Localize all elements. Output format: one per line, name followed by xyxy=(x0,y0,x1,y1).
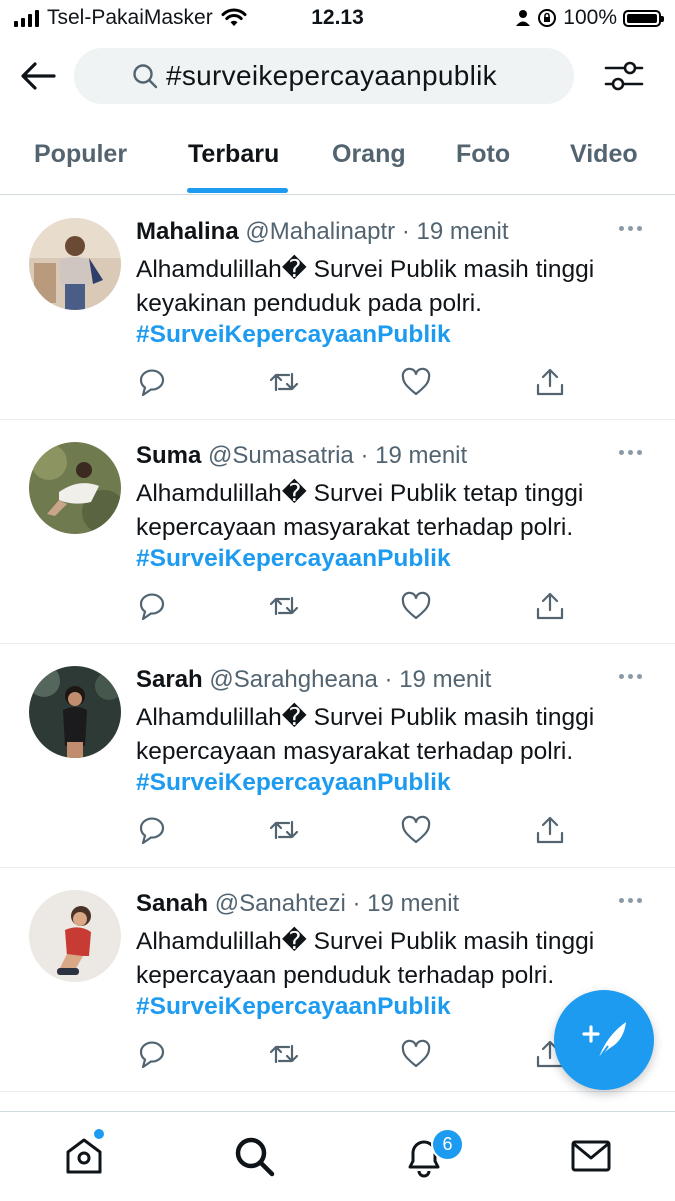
avatar[interactable] xyxy=(29,890,121,982)
tweet-text: Alhamdulillah� Survei Publik masih tingg… xyxy=(136,928,595,989)
more-options-icon[interactable] xyxy=(619,450,642,455)
share-icon[interactable] xyxy=(534,814,566,846)
search-input[interactable]: #surveikepercayaanpublik xyxy=(74,48,574,104)
hashtag-link[interactable]: #SurveiKepercayaanPublik xyxy=(136,545,451,573)
home-unread-dot xyxy=(94,1129,104,1139)
active-tab-indicator xyxy=(187,188,288,193)
avatar[interactable] xyxy=(29,218,121,310)
tweet-actions xyxy=(136,366,576,398)
author-name[interactable]: Suma xyxy=(136,442,201,469)
author-handle[interactable]: @Sumasatria xyxy=(208,442,354,469)
tweet[interactable]: Mahalina @Mahalinaptr · 19 menit Alhamdu… xyxy=(0,196,675,420)
share-icon[interactable] xyxy=(534,366,566,398)
retweet-icon[interactable] xyxy=(268,590,300,622)
compose-tweet-button[interactable] xyxy=(554,990,654,1090)
avatar[interactable] xyxy=(29,442,121,534)
explore-search-icon[interactable] xyxy=(232,1134,276,1178)
retweet-icon[interactable] xyxy=(268,814,300,846)
like-icon[interactable] xyxy=(400,814,432,846)
avatar[interactable] xyxy=(29,666,121,758)
share-icon[interactable] xyxy=(534,590,566,622)
search-query: #surveikepercayaanpublik xyxy=(166,60,497,91)
back-arrow-icon[interactable] xyxy=(18,58,58,94)
retweet-icon[interactable] xyxy=(268,366,300,398)
home-icon[interactable] xyxy=(62,1134,106,1178)
author-name[interactable]: Mahalina xyxy=(136,218,239,245)
hashtag-link[interactable]: #SurveiKepercayaanPublik xyxy=(136,993,451,1021)
notifications-badge: 6 xyxy=(431,1128,464,1161)
reply-icon[interactable] xyxy=(136,366,168,398)
battery-icon xyxy=(623,9,664,27)
tweet[interactable]: Suma @Sumasatria · 19 menit Alhamdulilla… xyxy=(0,420,675,644)
tweet-time: · 19 menit xyxy=(384,666,492,693)
more-options-icon[interactable] xyxy=(619,674,642,679)
like-icon[interactable] xyxy=(400,366,432,398)
search-header: #surveikepercayaanpublik xyxy=(0,44,675,108)
author-name[interactable]: Sanah xyxy=(136,890,208,917)
search-icon xyxy=(133,64,158,89)
tweet-text: Alhamdulillah� Survei Publik masih tingg… xyxy=(136,256,595,317)
reply-icon[interactable] xyxy=(136,590,168,622)
tweet-feed: Mahalina @Mahalinaptr · 19 menit Alhamdu… xyxy=(0,196,675,1092)
author-handle[interactable]: @Sanahtezi xyxy=(215,890,346,917)
like-icon[interactable] xyxy=(400,1038,432,1070)
reply-icon[interactable] xyxy=(136,1038,168,1070)
bottom-navigation: 6 xyxy=(0,1111,675,1201)
status-bar: Tsel-PakaiMasker 12.13 100% xyxy=(0,0,675,38)
tab-video[interactable]: Video xyxy=(570,140,638,169)
more-options-icon[interactable] xyxy=(619,898,642,903)
compose-tweet-icon xyxy=(582,1022,626,1061)
tweet-actions xyxy=(136,1038,576,1070)
reply-icon[interactable] xyxy=(136,814,168,846)
person-icon xyxy=(516,10,531,26)
retweet-icon[interactable] xyxy=(268,1038,300,1070)
tweet[interactable]: Sarah @Sarahgheana · 19 menit Alhamdulil… xyxy=(0,644,675,868)
mail-icon[interactable] xyxy=(569,1134,613,1178)
tab-terbaru[interactable]: Terbaru xyxy=(188,140,279,169)
author-handle[interactable]: @Mahalinaptr xyxy=(245,218,395,245)
tweet-actions xyxy=(136,590,576,622)
hashtag-link[interactable]: #SurveiKepercayaanPublik xyxy=(136,769,451,797)
tweet-text: Alhamdulillah� Survei Publik tetap tingg… xyxy=(136,480,584,541)
tab-populer[interactable]: Populer xyxy=(34,140,127,169)
hashtag-link[interactable]: #SurveiKepercayaanPublik xyxy=(136,321,451,349)
filter-sliders-icon[interactable] xyxy=(600,56,648,96)
tweet-actions xyxy=(136,814,576,846)
author-name[interactable]: Sarah xyxy=(136,666,203,693)
tab-foto[interactable]: Foto xyxy=(456,140,510,169)
battery-percent: 100% xyxy=(563,6,617,29)
tab-orang[interactable]: Orang xyxy=(332,140,406,169)
tweet-time: · 19 menit xyxy=(401,218,509,245)
author-handle[interactable]: @Sarahgheana xyxy=(209,666,378,693)
search-tabs: Populer Terbaru Orang Foto Video xyxy=(0,130,675,195)
more-options-icon[interactable] xyxy=(619,226,642,231)
tweet-time: · 19 menit xyxy=(360,442,468,469)
like-icon[interactable] xyxy=(400,590,432,622)
tweet-time: · 19 menit xyxy=(352,890,460,917)
tweet-text: Alhamdulillah� Survei Publik masih tingg… xyxy=(136,704,595,765)
orientation-lock-icon xyxy=(538,9,557,27)
